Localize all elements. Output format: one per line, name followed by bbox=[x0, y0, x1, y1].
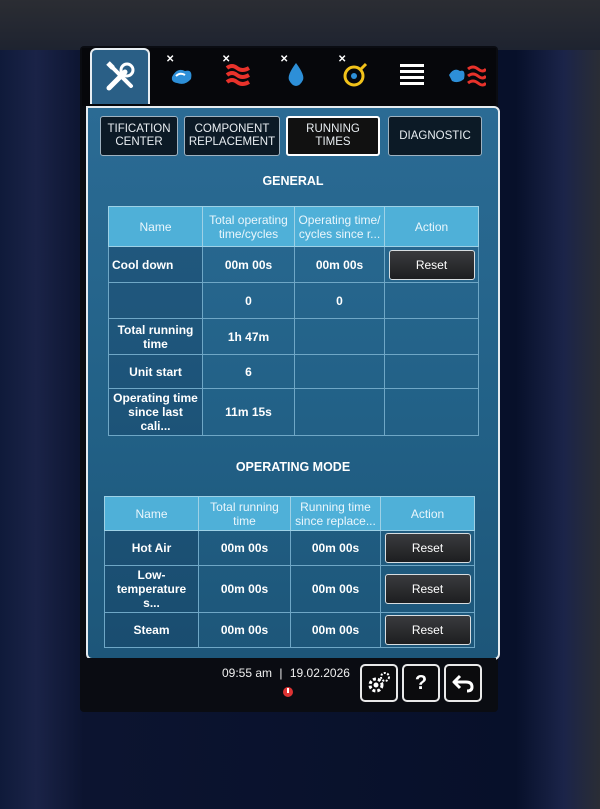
tab-combi[interactable] bbox=[438, 48, 494, 100]
general-section-title: GENERAL bbox=[262, 174, 324, 188]
row-action: Reset bbox=[380, 530, 475, 566]
row-total: 6 bbox=[202, 354, 295, 389]
table-row: Unit start 6 bbox=[108, 354, 479, 389]
row-total: 00m 00s bbox=[198, 612, 291, 648]
table-row: Hot Air 00m 00s 00m 00s Reset bbox=[104, 530, 475, 566]
table-row: Cool down 00m 00s 00m 00s Reset bbox=[108, 246, 479, 283]
row-action bbox=[384, 282, 479, 319]
row-since: 00m 00s bbox=[294, 246, 385, 283]
row-total: 00m 00s bbox=[198, 565, 291, 613]
mode-header-total: Total running time bbox=[198, 496, 291, 531]
general-table: Name Total operating time/cycles Operati… bbox=[108, 206, 479, 436]
row-since: 0 bbox=[294, 282, 385, 319]
general-header-name: Name bbox=[108, 206, 203, 247]
row-since: 00m 00s bbox=[290, 565, 381, 613]
row-name: Low-temperature s... bbox=[104, 565, 199, 613]
row-action: Reset bbox=[380, 612, 475, 648]
status-footer: 09:55 am | 19.02.2026 ? bbox=[82, 658, 496, 710]
error-mark-icon: ✕ bbox=[280, 54, 289, 65]
mode-header-action: Action bbox=[380, 496, 475, 531]
date-display: 19.02.2026 bbox=[289, 666, 350, 680]
top-tab-bar: ✕ ✕ ✕ ✕ bbox=[82, 48, 496, 106]
warning-status-icon bbox=[282, 686, 294, 701]
row-name: Operating time since last cali... bbox=[108, 388, 203, 436]
reset-button-low-temperature[interactable]: Reset bbox=[384, 574, 471, 604]
reset-button-hot-air[interactable]: Reset bbox=[384, 533, 471, 563]
table-row: Operating time since last cali... 11m 15… bbox=[108, 388, 479, 436]
time-display: 09:55 am bbox=[222, 666, 273, 680]
settings-button[interactable] bbox=[360, 664, 398, 702]
general-header-action: Action bbox=[384, 206, 479, 247]
row-action bbox=[384, 318, 479, 355]
general-header-row: Name Total operating time/cycles Operati… bbox=[108, 206, 479, 247]
mode-header-name: Name bbox=[104, 496, 199, 531]
combi-icon bbox=[449, 65, 486, 87]
tab-cleaning[interactable]: ✕ bbox=[154, 48, 210, 100]
device-top bbox=[0, 0, 600, 50]
row-since bbox=[294, 388, 385, 436]
mode-header-since: Running time since replace... bbox=[290, 496, 381, 531]
row-name: Total running time bbox=[108, 318, 203, 355]
general-header-since: Operating time/ cycles since r... bbox=[294, 206, 385, 247]
error-mark-icon: ✕ bbox=[166, 54, 175, 65]
table-row: Steam 00m 00s 00m 00s Reset bbox=[104, 612, 475, 648]
error-mark-icon: ✕ bbox=[338, 54, 347, 65]
row-since: 00m 00s bbox=[290, 612, 381, 648]
date-time: 09:55 am | 19.02.2026 bbox=[222, 666, 350, 680]
general-header-total: Total operating time/cycles bbox=[202, 206, 295, 247]
row-since bbox=[294, 318, 385, 355]
help-button[interactable]: ? bbox=[402, 664, 440, 702]
row-action: Reset bbox=[380, 565, 475, 613]
table-row: Low-temperature s... 00m 00s 00m 00s Res… bbox=[104, 565, 475, 613]
row-total: 00m 00s bbox=[198, 530, 291, 566]
row-name: Steam bbox=[104, 612, 199, 648]
row-since bbox=[294, 354, 385, 389]
row-action bbox=[384, 388, 479, 436]
back-arrow-icon bbox=[452, 674, 474, 693]
row-total: 00m 00s bbox=[202, 246, 295, 283]
back-button[interactable] bbox=[444, 664, 482, 702]
table-row: Total running time 1h 47m bbox=[108, 318, 479, 355]
row-name: Hot Air bbox=[104, 530, 199, 566]
row-name bbox=[108, 282, 203, 319]
reset-button-cool-down[interactable]: Reset bbox=[388, 249, 475, 280]
error-mark-icon: ✕ bbox=[222, 54, 231, 65]
gear-icon bbox=[368, 672, 390, 693]
wrench-screwdriver-icon bbox=[106, 61, 135, 91]
reset-button-steam[interactable]: Reset bbox=[384, 615, 471, 645]
tab-water[interactable]: ✕ bbox=[268, 48, 324, 100]
subtab-notification-center[interactable]: TIFICATION CENTER bbox=[100, 116, 178, 156]
tab-sensor[interactable]: ✕ bbox=[326, 48, 382, 100]
tab-list[interactable] bbox=[384, 48, 440, 100]
table-row: 0 0 bbox=[108, 282, 479, 319]
row-action: Reset bbox=[384, 246, 479, 283]
row-name: Unit start bbox=[108, 354, 203, 389]
date-separator: | bbox=[279, 666, 283, 680]
operating-mode-section-title: OPERATING MODE bbox=[235, 460, 351, 474]
row-since: 00m 00s bbox=[290, 530, 381, 566]
subtab-component-replacement[interactable]: COMPONENT REPLACEMENT bbox=[184, 116, 280, 156]
list-icon bbox=[400, 64, 424, 85]
tab-heating[interactable]: ✕ bbox=[210, 48, 266, 100]
subtab-running-times[interactable]: RUNNING TIMES bbox=[286, 116, 380, 156]
subtab-diagnostic[interactable]: DIAGNOSTIC bbox=[388, 116, 482, 156]
row-total: 11m 15s bbox=[202, 388, 295, 436]
row-name: Cool down bbox=[108, 246, 203, 283]
row-total: 1h 47m bbox=[202, 318, 295, 355]
tab-service[interactable] bbox=[90, 48, 150, 104]
operating-mode-header-row: Name Total running time Running time sin… bbox=[104, 496, 475, 531]
running-times-panel: TIFICATION CENTER COMPONENT REPLACEMENT … bbox=[86, 106, 500, 660]
row-total: 0 bbox=[202, 282, 295, 319]
row-action bbox=[384, 354, 479, 389]
operating-mode-table: Name Total running time Running time sin… bbox=[104, 496, 475, 648]
